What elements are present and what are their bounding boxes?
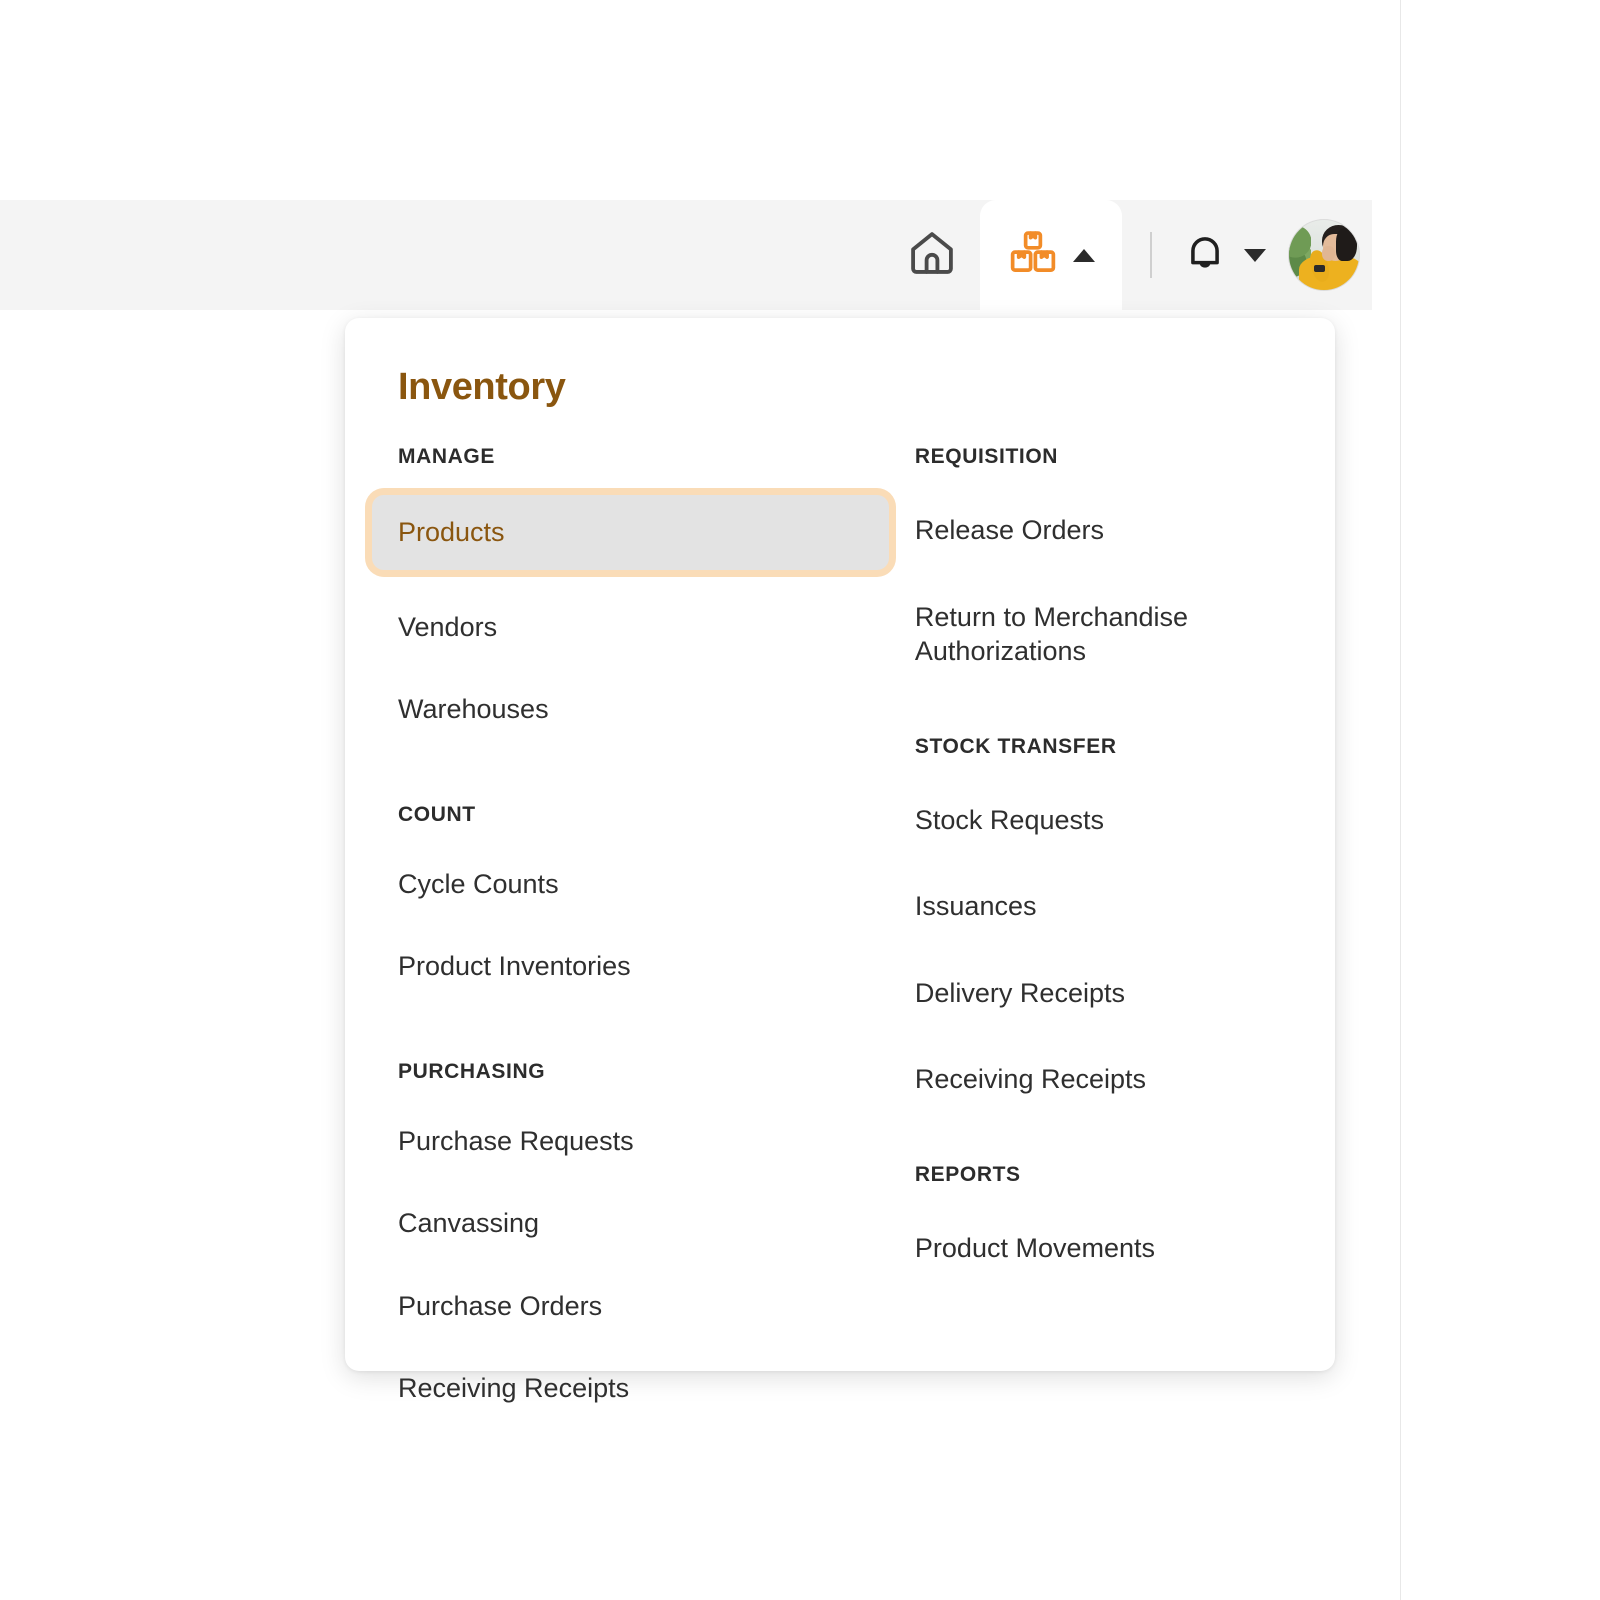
menu-item-release-orders[interactable]: Release Orders [889, 499, 1297, 562]
avatar [1289, 220, 1359, 290]
group-heading-requisition: REQUISITION [914, 445, 1059, 468]
menu-item-receiving-receipts-purchasing[interactable]: Receiving Receipts [372, 1357, 889, 1420]
menu-group-purchasing: PURCHASING Purchase Requests Canvassing … [372, 1060, 889, 1420]
menu-group-count: COUNT Cycle Counts Product Inventories [372, 803, 889, 998]
caret-down-icon [1244, 248, 1266, 262]
menu-group-manage: MANAGE Products Vendors Warehouses [372, 445, 889, 741]
menu-column-right: REQUISITION Release Orders Return to Mer… [889, 445, 1297, 1420]
menu-group-stock-transfer: STOCK TRANSFER Stock Requests Issuances … [889, 735, 1297, 1111]
tab-inventory[interactable] [980, 200, 1122, 310]
group-heading-purchasing: PURCHASING [398, 1059, 546, 1083]
menu-column-left: MANAGE Products Vendors Warehouses COUNT… [372, 445, 889, 1420]
app-root: Inventory MANAGE Products Vendors Wareho… [0, 0, 1600, 1600]
menu-item-receiving-receipts-stock-transfer[interactable]: Receiving Receipts [889, 1048, 1297, 1111]
group-heading-manage: MANAGE [398, 445, 495, 468]
page-right-edge [1400, 0, 1401, 1600]
inventory-menu-panel: Inventory MANAGE Products Vendors Wareho… [345, 318, 1335, 1403]
notifications-button[interactable] [1170, 200, 1276, 310]
top-header-bar [0, 200, 1372, 310]
menu-item-purchase-orders[interactable]: Purchase Orders [372, 1275, 889, 1338]
menu-item-delivery-receipts[interactable]: Delivery Receipts [889, 962, 1297, 1025]
menu-item-cycle-counts[interactable]: Cycle Counts [372, 853, 889, 916]
menu-item-product-movements[interactable]: Product Movements [889, 1217, 1297, 1280]
menu-group-reports: REPORTS Product Movements [889, 1163, 1297, 1280]
profile-button[interactable] [1276, 200, 1372, 310]
bell-icon [1180, 228, 1230, 283]
menu-item-stock-requests[interactable]: Stock Requests [889, 789, 1297, 852]
menu-item-return-to-merchandise-authorizations[interactable]: Return to Merchandise Authorizations [889, 586, 1297, 683]
menu-title: Inventory [398, 366, 566, 408]
group-heading-stock-transfer: STOCK TRANSFER [914, 734, 1117, 758]
menu-item-purchase-requests[interactable]: Purchase Requests [372, 1110, 889, 1173]
menu-item-vendors[interactable]: Vendors [372, 596, 889, 659]
menu-item-product-inventories[interactable]: Product Inventories [372, 935, 889, 998]
menu-group-requisition: REQUISITION Release Orders Return to Mer… [889, 445, 1297, 683]
menu-item-warehouses[interactable]: Warehouses [372, 678, 889, 741]
header-actions [884, 200, 1372, 310]
header-divider [1150, 232, 1152, 278]
menu-columns: MANAGE Products Vendors Warehouses COUNT… [372, 445, 1297, 1420]
menu-item-products[interactable]: Products [372, 495, 889, 570]
boxes-icon [1007, 227, 1059, 284]
home-icon [905, 226, 959, 285]
menu-item-canvassing[interactable]: Canvassing [372, 1192, 889, 1255]
group-heading-reports: REPORTS [914, 1162, 1021, 1186]
group-heading-count: COUNT [398, 802, 476, 826]
home-button[interactable] [884, 200, 980, 310]
caret-up-icon [1073, 248, 1095, 262]
menu-item-issuances[interactable]: Issuances [889, 875, 1297, 938]
